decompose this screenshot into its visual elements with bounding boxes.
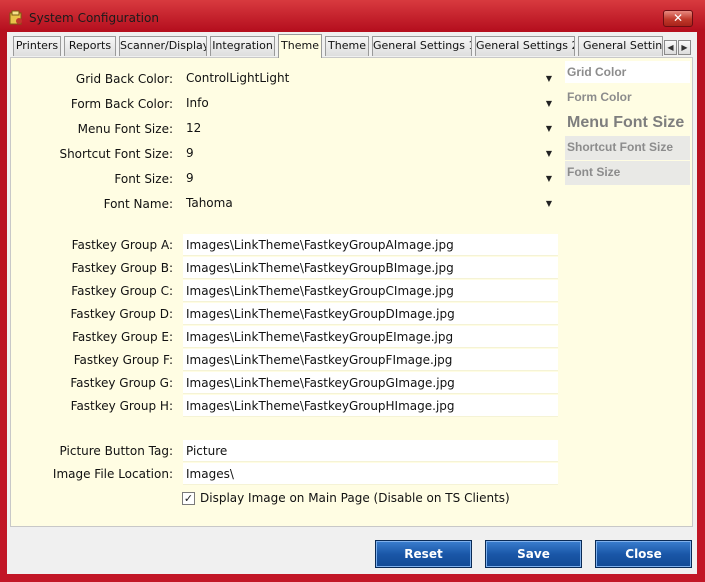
fastkey-group-h-input[interactable]: Images\LinkTheme\FastkeyGroupHImage.jpg (183, 395, 558, 417)
save-button[interactable]: Save (485, 540, 582, 568)
fastkey-group-a-label: Fastkey Group A: (71, 238, 173, 252)
tab-scroll-left-icon[interactable]: ◀ (664, 40, 677, 55)
picture-button-tag-label: Picture Button Tag: (59, 444, 173, 458)
window-close-button[interactable]: ✕ (663, 10, 693, 27)
chevron-down-icon[interactable]: ▼ (542, 196, 556, 212)
fastkey-group-d-label: Fastkey Group D: (70, 307, 173, 321)
shortcut-font-size-select[interactable]: 9 ▼ (183, 143, 558, 165)
shortcut-font-size-value: 9 (186, 146, 194, 160)
client-area: Printers Reports Scanner/Display Integra… (7, 32, 697, 574)
picture-button-tag-input[interactable]: Picture (183, 440, 558, 462)
tab-general-settings-1[interactable]: General Settings 1 (372, 36, 472, 56)
font-size-value: 9 (186, 171, 194, 185)
image-file-location-input[interactable]: Images\ (183, 463, 558, 485)
preview-shortcut-font-size: Shortcut Font Size (565, 136, 690, 160)
window-title: System Configuration (29, 11, 159, 25)
fastkey-group-f-input[interactable]: Images\LinkTheme\FastkeyGroupFImage.jpg (183, 349, 558, 371)
menu-font-size-value: 12 (186, 121, 202, 135)
fastkey-group-a-input[interactable]: Images\LinkTheme\FastkeyGroupAImage.jpg (183, 234, 558, 256)
tab-reports[interactable]: Reports (64, 36, 116, 56)
tab-theme-active[interactable]: Theme (278, 34, 322, 58)
preview-font-size: Font Size (565, 161, 690, 185)
font-name-value: Tahoma (186, 196, 233, 210)
fastkey-group-g-input[interactable]: Images\LinkTheme\FastkeyGroupGImage.jpg (183, 372, 558, 394)
font-size-label: Font Size: (114, 172, 173, 186)
font-size-select[interactable]: 9 ▼ (183, 168, 558, 190)
fastkey-group-h-label: Fastkey Group H: (70, 399, 173, 413)
fastkey-group-c-input[interactable]: Images\LinkTheme\FastkeyGroupCImage.jpg (183, 280, 558, 302)
fastkey-group-f-label: Fastkey Group F: (73, 353, 173, 367)
form-back-color-value: Info (186, 96, 209, 110)
font-name-label: Font Name: (103, 197, 173, 211)
menu-font-size-select[interactable]: 12 ▼ (183, 118, 558, 140)
preview-form-color: Form Color (565, 86, 690, 108)
display-image-checkbox[interactable]: ✓ (182, 492, 195, 505)
tab-strip: Printers Reports Scanner/Display Integra… (10, 34, 696, 58)
fastkey-group-e-label: Fastkey Group E: (72, 330, 173, 344)
form-back-color-select[interactable]: Info ▼ (183, 93, 558, 115)
font-name-select[interactable]: Tahoma ▼ (183, 193, 558, 215)
tab-general-settings-3[interactable]: General Settings (578, 36, 663, 56)
fastkey-group-c-label: Fastkey Group C: (71, 284, 173, 298)
close-button[interactable]: Close (595, 540, 692, 568)
theme-panel: Grid Back Color: ControlLightLight ▼ For… (10, 57, 693, 527)
fastkey-group-b-input[interactable]: Images\LinkTheme\FastkeyGroupBImage.jpg (183, 257, 558, 279)
image-file-location-label: Image File Location: (52, 467, 173, 481)
tab-printers[interactable]: Printers (13, 36, 61, 56)
tab-integration[interactable]: Integration (210, 36, 275, 56)
chevron-down-icon[interactable]: ▼ (542, 171, 556, 187)
fastkey-group-g-label: Fastkey Group G: (70, 376, 173, 390)
form-back-color-label: Form Back Color: (70, 97, 173, 111)
display-image-label: Display Image on Main Page (Disable on T… (200, 491, 510, 505)
fastkey-group-e-input[interactable]: Images\LinkTheme\FastkeyGroupEImage.jpg (183, 326, 558, 348)
tab-scroll-right-icon[interactable]: ▶ (678, 40, 691, 55)
grid-back-color-value: ControlLightLight (186, 71, 290, 85)
chevron-down-icon[interactable]: ▼ (542, 146, 556, 162)
grid-back-color-label: Grid Back Color: (75, 72, 173, 86)
preview-grid-color: Grid Color (565, 61, 690, 83)
chevron-down-icon[interactable]: ▼ (542, 121, 556, 137)
preview-menu-font-size: Menu Font Size (565, 111, 690, 135)
app-icon (9, 10, 22, 25)
grid-back-color-select[interactable]: ControlLightLight ▼ (183, 68, 558, 90)
chevron-down-icon[interactable]: ▼ (542, 71, 556, 87)
tab-theme[interactable]: Theme (325, 36, 369, 56)
tab-general-settings-2[interactable]: General Settings 2 (475, 36, 575, 56)
fastkey-group-b-label: Fastkey Group B: (71, 261, 173, 275)
fastkey-group-d-input[interactable]: Images\LinkTheme\FastkeyGroupDImage.jpg (183, 303, 558, 325)
system-configuration-window: System Configuration ✕ Printers Reports … (0, 0, 705, 582)
chevron-down-icon[interactable]: ▼ (542, 96, 556, 112)
reset-button[interactable]: Reset (375, 540, 472, 568)
shortcut-font-size-label: Shortcut Font Size: (59, 147, 173, 161)
title-bar[interactable]: System Configuration ✕ (0, 0, 705, 32)
tab-scanner-display[interactable]: Scanner/Display (119, 36, 207, 56)
menu-font-size-label: Menu Font Size: (77, 122, 173, 136)
